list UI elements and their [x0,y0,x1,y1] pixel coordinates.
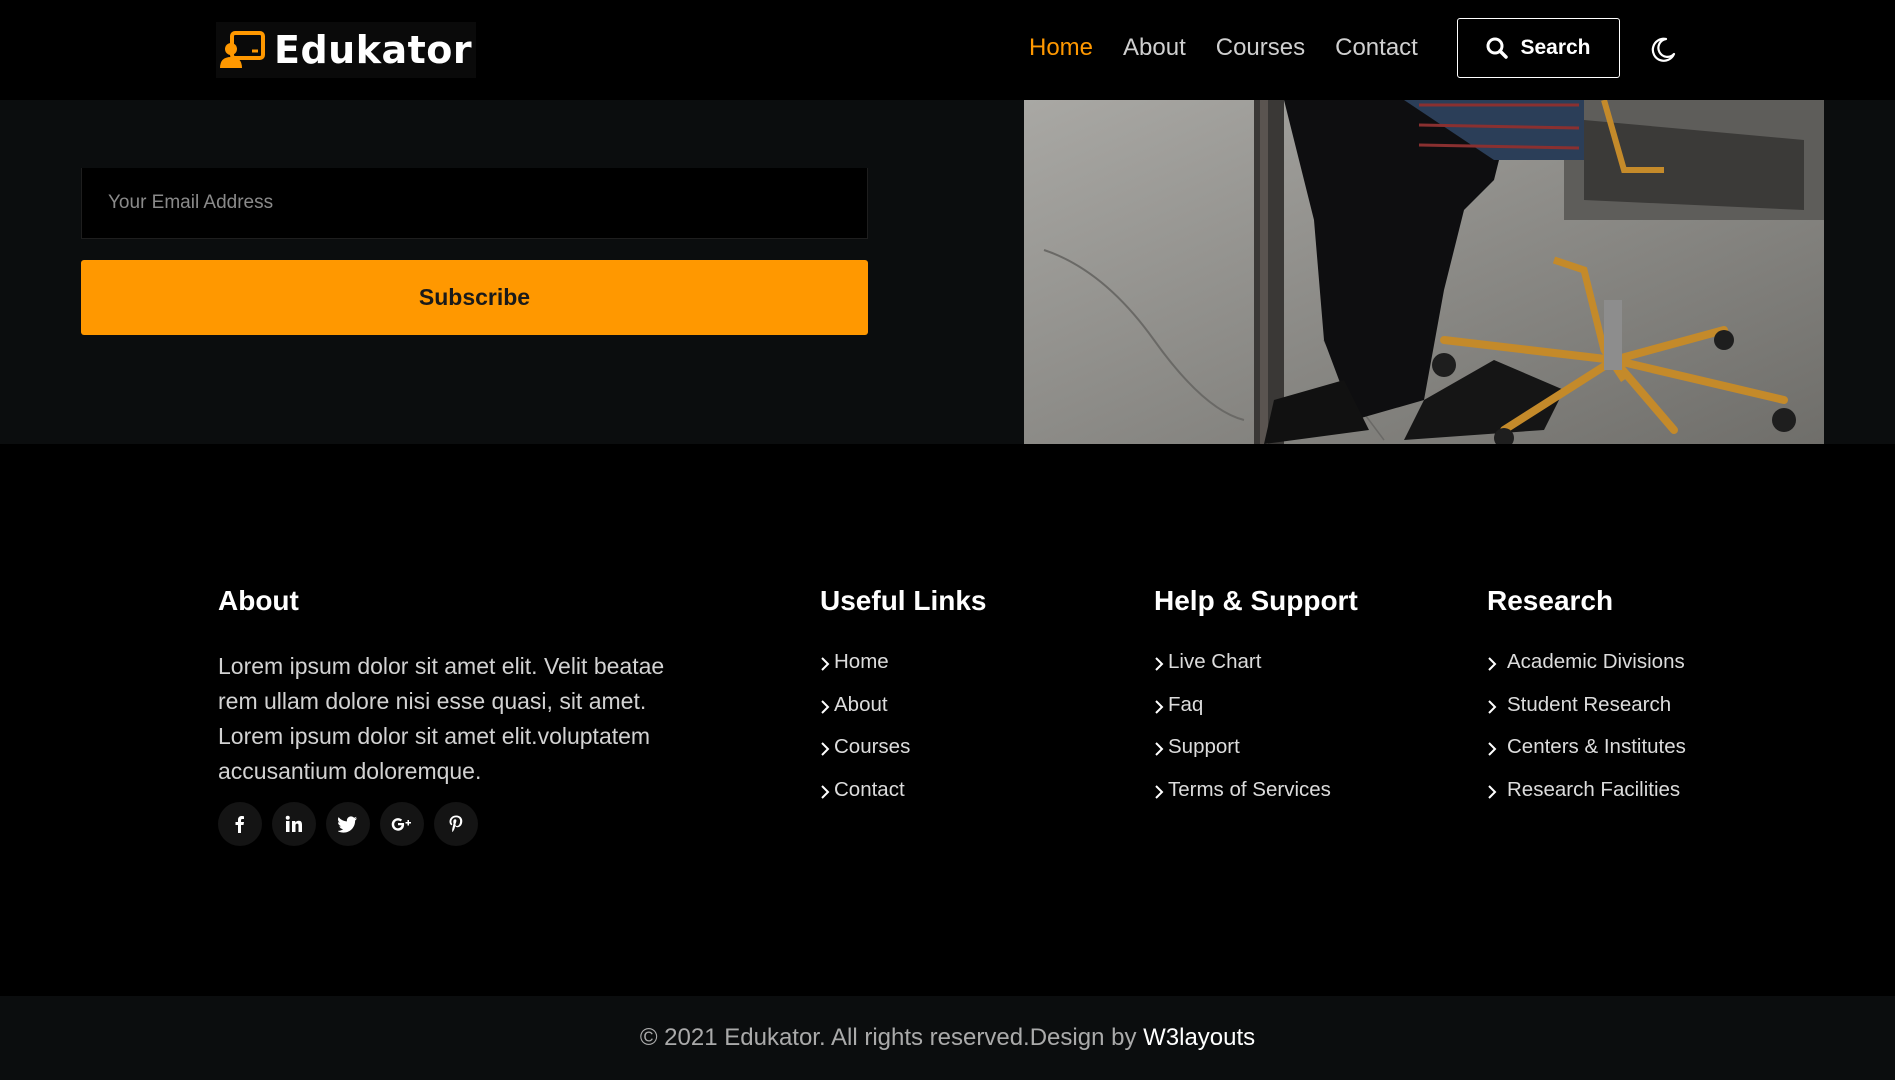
chevron-right-icon [1155,784,1164,799]
footer-link-research-facilities[interactable]: Research Facilities [1487,778,1686,821]
linkedin-icon [285,815,302,832]
chevron-right-icon [821,657,830,671]
pinterest-icon [449,815,463,833]
linkedin-link[interactable] [272,802,316,846]
footer-help-support-title: Help & Support [1154,585,1358,616]
useful-links-list: Home About Courses Contact [820,650,910,820]
main-nav: Home About Courses Contact [1029,34,1418,62]
chevron-right-icon [1155,699,1164,714]
facebook-icon [235,816,244,833]
chevron-right-icon [821,784,830,799]
footer-link-centers-institutes[interactable]: Centers & Institutes [1487,735,1686,778]
twitter-link[interactable] [326,802,370,846]
footer-link-support[interactable]: Support [1154,735,1331,778]
footer-about-title: About [218,585,299,616]
subscribe-button[interactable]: Subscribe [81,260,868,335]
twitter-icon [338,816,357,833]
chevron-right-icon [1155,657,1164,671]
footer-link-home[interactable]: Home [820,650,910,693]
site-footer: About Lorem ipsum dolor sit amet elit. V… [0,444,1895,996]
copyright-text: © 2021 Edukator. All rights reserved.Des… [639,1024,1144,1051]
chevron-right-icon [1488,784,1497,799]
footer-link-live-chart[interactable]: Live Chart [1154,650,1331,693]
search-icon [1486,37,1509,59]
footer-research-title: Research [1487,585,1614,616]
footer-link-contact[interactable]: Contact [820,778,910,821]
footer-about-text: Lorem ipsum dolor sit amet elit. Velit b… [218,653,665,784]
copyright-bar: © 2021 Edukator. All rights reserved.Des… [0,996,1895,1080]
google-plus-link[interactable] [380,802,424,846]
search-button-label: Search [1520,36,1591,59]
logo-text: Edukator [274,28,473,72]
moon-icon[interactable] [1647,35,1677,65]
chevron-right-icon [1488,699,1497,714]
help-support-list: Live Chart Faq Support Terms of Services [1154,650,1331,820]
footer-useful-links-title: Useful Links [820,585,987,616]
chevron-right-icon [1488,657,1497,671]
nav-contact[interactable]: Contact [1335,34,1418,62]
email-field[interactable] [81,168,868,239]
pinterest-link[interactable] [434,802,478,846]
footer-link-student-research[interactable]: Student Research [1487,693,1686,736]
facebook-link[interactable] [218,802,262,846]
nav-courses[interactable]: Courses [1216,34,1305,62]
student-chair-photo [1024,100,1824,444]
chevron-right-icon [821,699,830,714]
nav-home[interactable]: Home [1029,34,1093,62]
footer-link-terms[interactable]: Terms of Services [1154,778,1331,821]
social-links [218,802,478,846]
google-plus-icon [391,818,411,831]
research-list: Academic Divisions Student Research Cent… [1487,650,1686,820]
search-button[interactable]: Search [1457,18,1620,78]
chevron-right-icon [1488,742,1497,756]
footer-link-academic-divisions[interactable]: Academic Divisions [1487,650,1686,693]
site-logo[interactable]: Edukator [216,22,477,78]
w3layouts-link[interactable]: W3layouts [1143,1024,1255,1052]
chevron-right-icon [1155,742,1164,756]
footer-link-about[interactable]: About [820,693,910,736]
chevron-right-icon [821,742,830,756]
nav-about[interactable]: About [1123,34,1186,62]
site-header: Edukator Home About Courses Contact Sear… [0,0,1895,100]
classroom-icon [220,31,265,68]
footer-link-courses[interactable]: Courses [820,735,910,778]
footer-link-faq[interactable]: Faq [1154,693,1331,736]
newsletter-section: Subscribe [0,100,1895,444]
